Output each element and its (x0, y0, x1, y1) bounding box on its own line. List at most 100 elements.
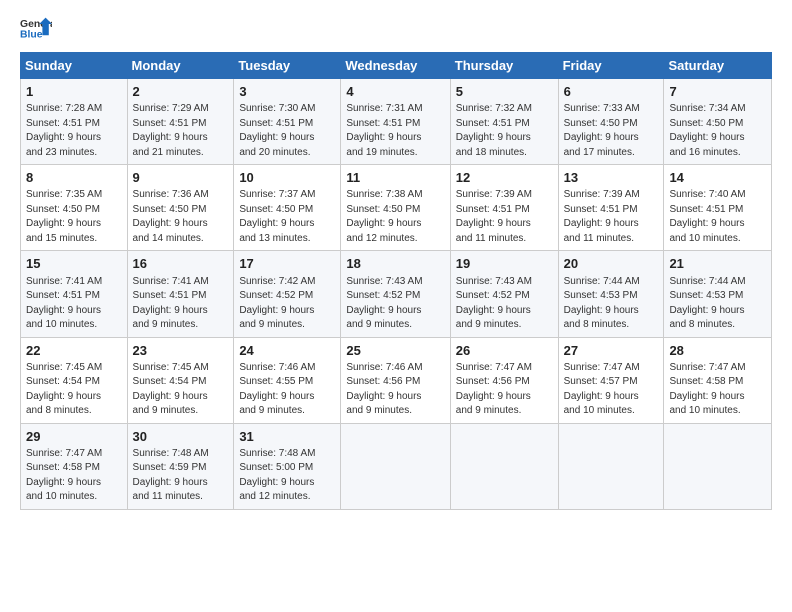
day-number: 19 (456, 255, 553, 273)
svg-text:Blue: Blue (20, 30, 43, 41)
day-number: 12 (456, 169, 553, 187)
page: General Blue SundayMondayTuesdayWednesda… (0, 0, 792, 612)
day-number: 30 (133, 428, 229, 446)
day-info: Sunrise: 7:33 AM Sunset: 4:50 PM Dayligh… (564, 102, 659, 160)
calendar-day-2: 2Sunrise: 7:29 AM Sunset: 4:51 PM Daylig… (127, 79, 234, 165)
day-number: 10 (239, 169, 335, 187)
calendar-day-24: 24Sunrise: 7:46 AM Sunset: 4:55 PM Dayli… (234, 337, 341, 423)
day-number: 25 (346, 342, 444, 360)
day-info: Sunrise: 7:43 AM Sunset: 4:52 PM Dayligh… (456, 275, 553, 333)
day-info: Sunrise: 7:37 AM Sunset: 4:50 PM Dayligh… (239, 188, 335, 246)
calendar-day-9: 9Sunrise: 7:36 AM Sunset: 4:50 PM Daylig… (127, 165, 234, 251)
calendar-week-1: 1Sunrise: 7:28 AM Sunset: 4:51 PM Daylig… (21, 79, 772, 165)
header-friday: Friday (558, 53, 664, 79)
day-number: 27 (564, 342, 659, 360)
day-number: 31 (239, 428, 335, 446)
calendar-day-8: 8Sunrise: 7:35 AM Sunset: 4:50 PM Daylig… (21, 165, 128, 251)
calendar-day-30: 30Sunrise: 7:48 AM Sunset: 4:59 PM Dayli… (127, 423, 234, 509)
calendar-day-27: 27Sunrise: 7:47 AM Sunset: 4:57 PM Dayli… (558, 337, 664, 423)
calendar-day-4: 4Sunrise: 7:31 AM Sunset: 4:51 PM Daylig… (341, 79, 450, 165)
calendar-day-14: 14Sunrise: 7:40 AM Sunset: 4:51 PM Dayli… (664, 165, 772, 251)
day-number: 26 (456, 342, 553, 360)
day-info: Sunrise: 7:39 AM Sunset: 4:51 PM Dayligh… (456, 188, 553, 246)
day-number: 22 (26, 342, 122, 360)
day-info: Sunrise: 7:38 AM Sunset: 4:50 PM Dayligh… (346, 188, 444, 246)
calendar-day-25: 25Sunrise: 7:46 AM Sunset: 4:56 PM Dayli… (341, 337, 450, 423)
calendar-day-31: 31Sunrise: 7:48 AM Sunset: 5:00 PM Dayli… (234, 423, 341, 509)
calendar-day-26: 26Sunrise: 7:47 AM Sunset: 4:56 PM Dayli… (450, 337, 558, 423)
day-number: 5 (456, 83, 553, 101)
day-info: Sunrise: 7:45 AM Sunset: 4:54 PM Dayligh… (133, 361, 229, 419)
day-info: Sunrise: 7:47 AM Sunset: 4:57 PM Dayligh… (564, 361, 659, 419)
calendar-day-5: 5Sunrise: 7:32 AM Sunset: 4:51 PM Daylig… (450, 79, 558, 165)
day-info: Sunrise: 7:47 AM Sunset: 4:58 PM Dayligh… (26, 447, 122, 505)
calendar-day-7: 7Sunrise: 7:34 AM Sunset: 4:50 PM Daylig… (664, 79, 772, 165)
calendar-day-16: 16Sunrise: 7:41 AM Sunset: 4:51 PM Dayli… (127, 251, 234, 337)
logo: General Blue (20, 16, 52, 44)
day-number: 21 (669, 255, 766, 273)
day-info: Sunrise: 7:48 AM Sunset: 4:59 PM Dayligh… (133, 447, 229, 505)
header-saturday: Saturday (664, 53, 772, 79)
calendar-day-10: 10Sunrise: 7:37 AM Sunset: 4:50 PM Dayli… (234, 165, 341, 251)
header-wednesday: Wednesday (341, 53, 450, 79)
calendar-day-19: 19 Sunrise: 7:43 AM Sunset: 4:52 PM Dayli… (450, 251, 558, 337)
empty-cell (450, 423, 558, 509)
header-monday: Monday (127, 53, 234, 79)
day-info: Sunrise: 7:32 AM Sunset: 4:51 PM Dayligh… (456, 102, 553, 160)
empty-cell (664, 423, 772, 509)
day-number: 28 (669, 342, 766, 360)
calendar-day-22: 22Sunrise: 7:45 AM Sunset: 4:54 PM Dayli… (21, 337, 128, 423)
day-number: 14 (669, 169, 766, 187)
calendar-day-3: 3Sunrise: 7:30 AM Sunset: 4:51 PM Daylig… (234, 79, 341, 165)
day-info: Sunrise: 7:28 AM Sunset: 4:51 PM Dayligh… (26, 102, 122, 160)
day-info: Sunrise: 7:34 AM Sunset: 4:50 PM Dayligh… (669, 102, 766, 160)
day-info: Sunrise: 7:47 AM Sunset: 4:58 PM Dayligh… (669, 361, 766, 419)
day-info: Sunrise: 7:35 AM Sunset: 4:50 PM Dayligh… (26, 188, 122, 246)
calendar-day-15: 15Sunrise: 7:41 AM Sunset: 4:51 PM Dayli… (21, 251, 128, 337)
day-info: Sunrise: 7:47 AM Sunset: 4:56 PM Dayligh… (456, 361, 553, 419)
day-info: Sunrise: 7:45 AM Sunset: 4:54 PM Dayligh… (26, 361, 122, 419)
day-number: 20 (564, 255, 659, 273)
calendar-week-4: 22Sunrise: 7:45 AM Sunset: 4:54 PM Dayli… (21, 337, 772, 423)
day-info: Sunrise: 7:39 AM Sunset: 4:51 PM Dayligh… (564, 188, 659, 246)
day-number: 9 (133, 169, 229, 187)
calendar-day-6: 6Sunrise: 7:33 AM Sunset: 4:50 PM Daylig… (558, 79, 664, 165)
logo-icon: General Blue (20, 16, 52, 44)
day-number: 7 (669, 83, 766, 101)
calendar: SundayMondayTuesdayWednesdayThursdayFrid… (20, 52, 772, 510)
day-info: Sunrise: 7:30 AM Sunset: 4:51 PM Dayligh… (239, 102, 335, 160)
calendar-day-11: 11Sunrise: 7:38 AM Sunset: 4:50 PM Dayli… (341, 165, 450, 251)
empty-cell (558, 423, 664, 509)
day-info: Sunrise: 7:42 AM Sunset: 4:52 PM Dayligh… (239, 275, 335, 333)
empty-cell (341, 423, 450, 509)
day-info: Sunrise: 7:31 AM Sunset: 4:51 PM Dayligh… (346, 102, 444, 160)
calendar-week-2: 8Sunrise: 7:35 AM Sunset: 4:50 PM Daylig… (21, 165, 772, 251)
day-number: 6 (564, 83, 659, 101)
day-info: Sunrise: 7:46 AM Sunset: 4:55 PM Dayligh… (239, 361, 335, 419)
day-info: Sunrise: 7:46 AM Sunset: 4:56 PM Dayligh… (346, 361, 444, 419)
day-number: 13 (564, 169, 659, 187)
day-info: Sunrise: 7:41 AM Sunset: 4:51 PM Dayligh… (133, 275, 229, 333)
day-number: 11 (346, 169, 444, 187)
day-number: 3 (239, 83, 335, 101)
day-number: 8 (26, 169, 122, 187)
day-number: 1 (26, 83, 122, 101)
calendar-day-21: 21 Sunrise: 7:44 AM Sunset: 4:53 PM Dayli… (664, 251, 772, 337)
day-number: 24 (239, 342, 335, 360)
day-number: 2 (133, 83, 229, 101)
calendar-day-12: 12Sunrise: 7:39 AM Sunset: 4:51 PM Dayli… (450, 165, 558, 251)
day-number: 18 (346, 255, 444, 273)
day-number: 23 (133, 342, 229, 360)
calendar-day-23: 23Sunrise: 7:45 AM Sunset: 4:54 PM Dayli… (127, 337, 234, 423)
day-info: Sunrise: 7:43 AM Sunset: 4:52 PM Dayligh… (346, 275, 444, 333)
day-number: 29 (26, 428, 122, 446)
day-info: Sunrise: 7:29 AM Sunset: 4:51 PM Dayligh… (133, 102, 229, 160)
calendar-week-5: 29Sunrise: 7:47 AM Sunset: 4:58 PM Dayli… (21, 423, 772, 509)
header-thursday: Thursday (450, 53, 558, 79)
calendar-day-20: 20Sunrise: 7:44 AM Sunset: 4:53 PM Dayli… (558, 251, 664, 337)
day-info: Sunrise: 7:44 AM Sunset: 4:53 PM Dayligh… (669, 275, 766, 333)
calendar-header-row: SundayMondayTuesdayWednesdayThursdayFrid… (21, 53, 772, 79)
day-info: Sunrise: 7:36 AM Sunset: 4:50 PM Dayligh… (133, 188, 229, 246)
header-sunday: Sunday (21, 53, 128, 79)
calendar-day-18: 18 Sunrise: 7:43 AM Sunset: 4:52 PM Dayli… (341, 251, 450, 337)
